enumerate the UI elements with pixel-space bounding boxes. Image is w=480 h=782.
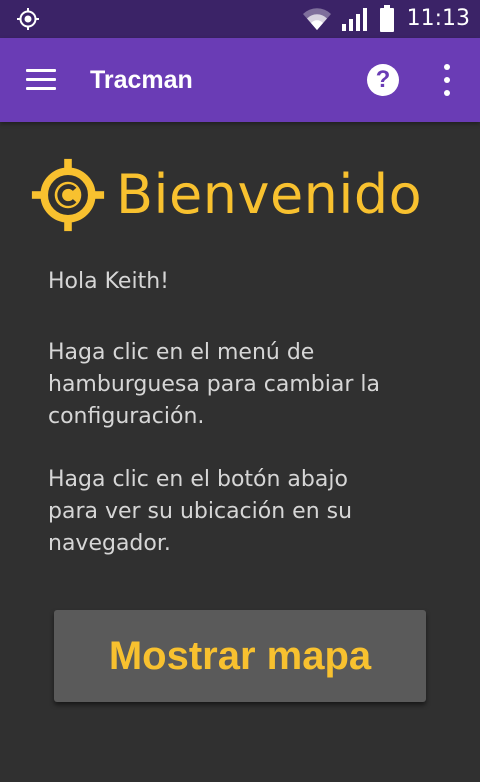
show-map-button[interactable]: Mostrar mapa [54, 610, 426, 702]
overflow-menu-icon[interactable] [432, 62, 462, 98]
hamburger-menu-icon[interactable] [22, 64, 62, 96]
status-time: 11:13 [406, 6, 470, 31]
crosshair-icon [17, 8, 39, 30]
app-bar: Tracman ? [0, 38, 480, 122]
wifi-icon [302, 8, 331, 30]
button-instruction-text: Haga clic en el botón abajo para ver su … [48, 467, 353, 556]
status-bar: 11:13 [0, 0, 480, 38]
status-icons: 11:13 [301, 0, 470, 38]
menu-instruction-text: Haga clic en el menú de hamburguesa para… [48, 340, 380, 429]
battery-icon [379, 5, 394, 32]
app-title: Tracman [90, 66, 193, 94]
tracman-logo-icon [31, 158, 105, 232]
welcome-title: Bienvenido [116, 163, 423, 226]
help-icon[interactable]: ? [367, 64, 399, 96]
show-map-button-label: Mostrar mapa [108, 633, 372, 678]
signal-icon [341, 8, 367, 31]
welcome-header: Bienvenido [30, 150, 422, 240]
greeting-text: Hola Keith! [48, 269, 169, 294]
